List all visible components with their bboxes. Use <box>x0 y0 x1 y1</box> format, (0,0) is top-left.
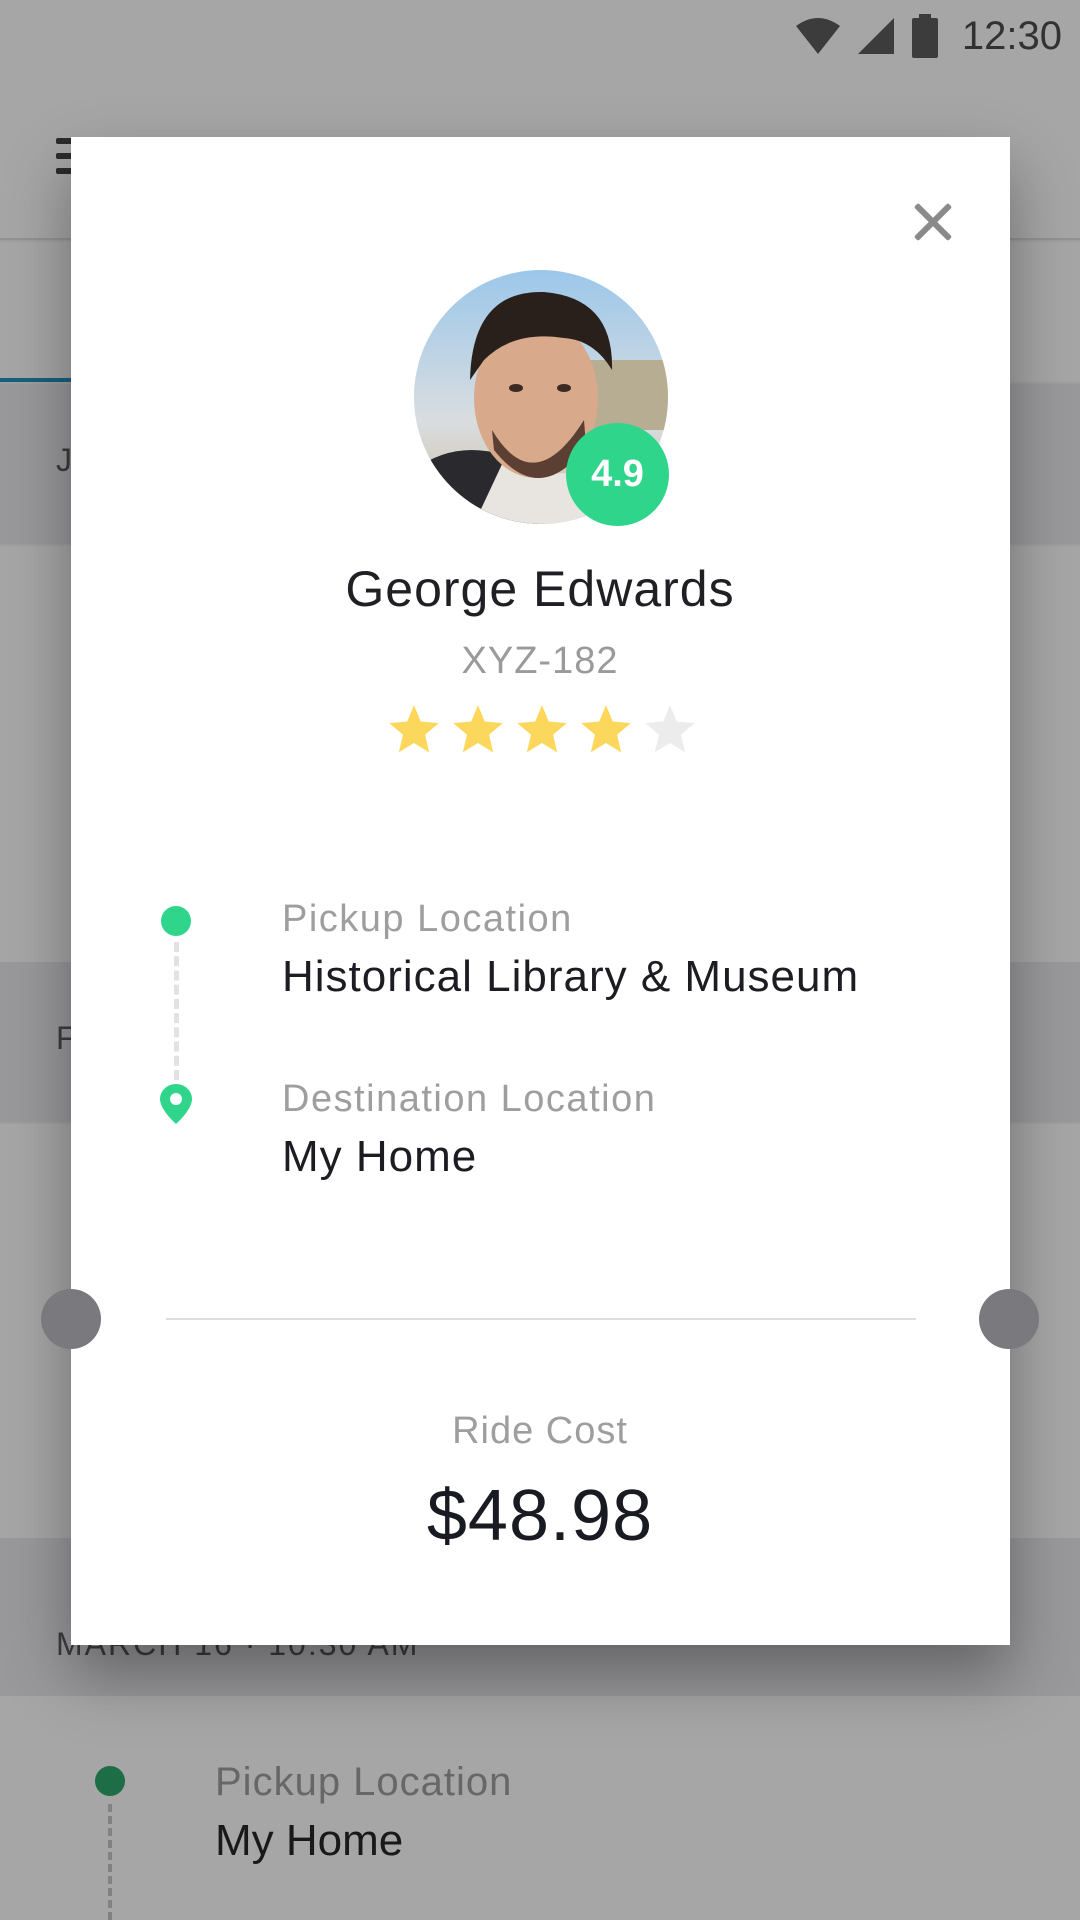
pickup-dot-icon <box>161 906 191 936</box>
ticket-notch-left <box>41 1289 101 1349</box>
driver-name: George Edwards <box>345 561 735 617</box>
ticket-notch-right <box>979 1289 1039 1349</box>
destination-value: My Home <box>282 1132 478 1181</box>
license-plate: XYZ-182 <box>461 640 619 682</box>
destination-label: Destination Location <box>282 1078 657 1120</box>
star-icon <box>581 705 631 753</box>
ride-cost-value: $48.98 <box>426 1476 654 1556</box>
star-icon <box>517 705 567 753</box>
rating-badge: 4.9 <box>566 423 669 526</box>
location-pin-icon <box>160 1084 192 1124</box>
route-line <box>174 942 179 1080</box>
star-icon <box>389 705 439 753</box>
pickup-value: Historical Library & Museum <box>282 952 860 1001</box>
divider <box>166 1318 916 1320</box>
ride-cost-label: Ride Cost <box>452 1410 628 1452</box>
star-rating <box>388 705 696 755</box>
close-icon[interactable] <box>906 196 958 248</box>
pickup-label: Pickup Location <box>282 898 573 940</box>
star-icon <box>453 705 503 753</box>
star-icon <box>645 705 695 753</box>
